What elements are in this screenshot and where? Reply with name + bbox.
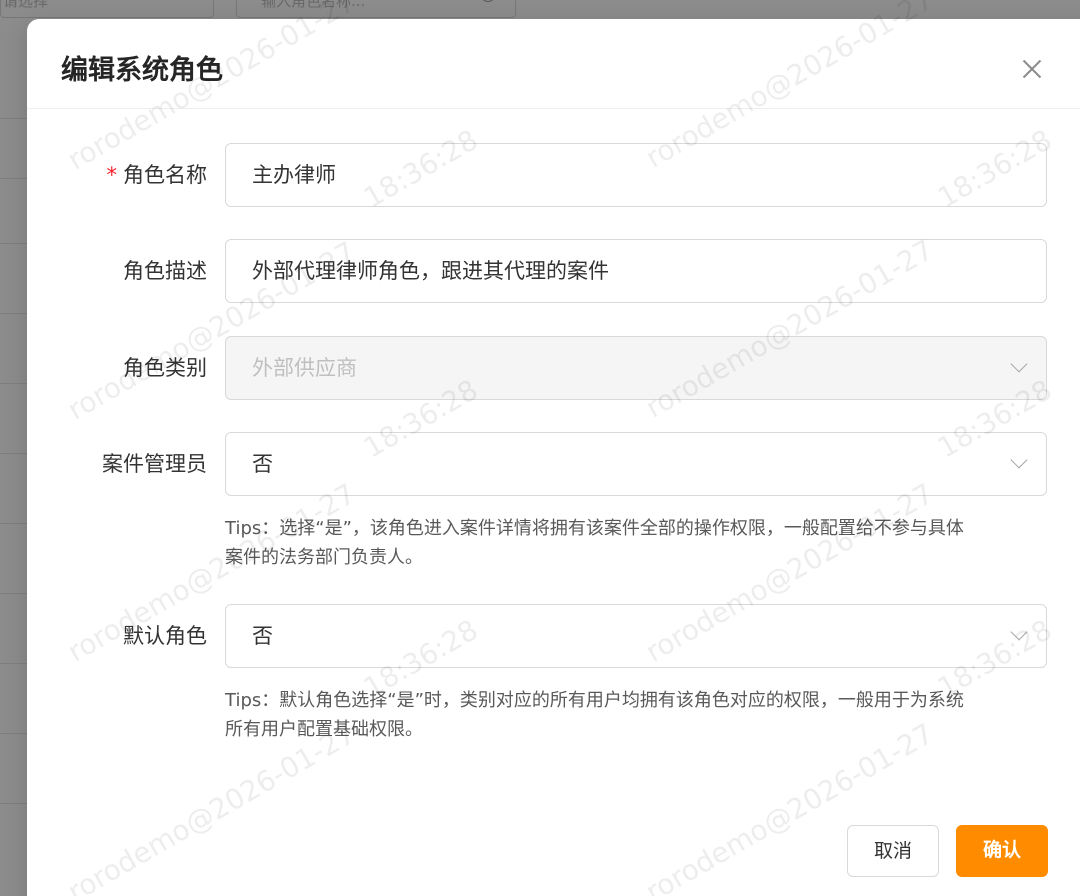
case-admin-tips: Tips：选择“是”，该角色进入案件详情将拥有该案件全部的操作权限，一般配置给不… (225, 514, 1047, 572)
case-admin-label: 案件管理员 (102, 452, 207, 476)
default-role-value: 否 (252, 624, 273, 648)
case-admin-tips-line1: Tips：选择“是”，该角色进入案件详情将拥有该案件全部的操作权限，一般配置给不… (225, 518, 964, 539)
default-role-select[interactable]: 否 (225, 604, 1047, 668)
role-type-value: 外部供应商 (252, 356, 357, 380)
role-type-label: 角色类别 (123, 356, 207, 380)
chevron-down-icon (1010, 355, 1028, 373)
case-admin-select[interactable]: 否 (225, 432, 1047, 496)
required-mark: * (106, 163, 118, 187)
chevron-down-icon (1010, 451, 1028, 469)
default-role-tips-line1: Tips：默认角色选择“是”时，类别对应的所有用户均拥有该角色对应的权限，一般用… (225, 690, 964, 711)
case-admin-tips-line2: 案件的法务部门负责人。 (225, 547, 423, 568)
case-admin-value: 否 (252, 452, 273, 476)
role-name-input[interactable]: 主办律师 (225, 143, 1047, 207)
default-role-tips-line2: 所有用户配置基础权限。 (225, 719, 423, 740)
role-name-value: 主办律师 (252, 163, 336, 187)
close-icon[interactable] (1017, 55, 1045, 83)
role-desc-label: 角色描述 (123, 259, 207, 283)
role-name-label-text: 角色名称 (123, 163, 207, 187)
confirm-button[interactable]: 确认 (956, 825, 1048, 877)
cancel-button[interactable]: 取消 (847, 825, 939, 877)
role-desc-value: 外部代理律师角色，跟进其代理的案件 (252, 259, 609, 283)
default-role-tips: Tips：默认角色选择“是”时，类别对应的所有用户均拥有该角色对应的权限，一般用… (225, 686, 1047, 744)
role-type-select: 外部供应商 (225, 336, 1047, 400)
dialog-title: 编辑系统角色 (61, 55, 223, 86)
chevron-down-icon (1010, 623, 1028, 641)
dialog-header: 编辑系统角色 (27, 19, 1080, 109)
role-name-label: * 角色名称 (27, 160, 208, 190)
default-role-label: 默认角色 (123, 624, 207, 648)
role-desc-input[interactable]: 外部代理律师角色，跟进其代理的案件 (225, 239, 1047, 303)
edit-role-dialog: 编辑系统角色 * 角色名称 主办律师 角色描述 外部代理律师角色，跟进其代理的案件… (27, 19, 1080, 896)
